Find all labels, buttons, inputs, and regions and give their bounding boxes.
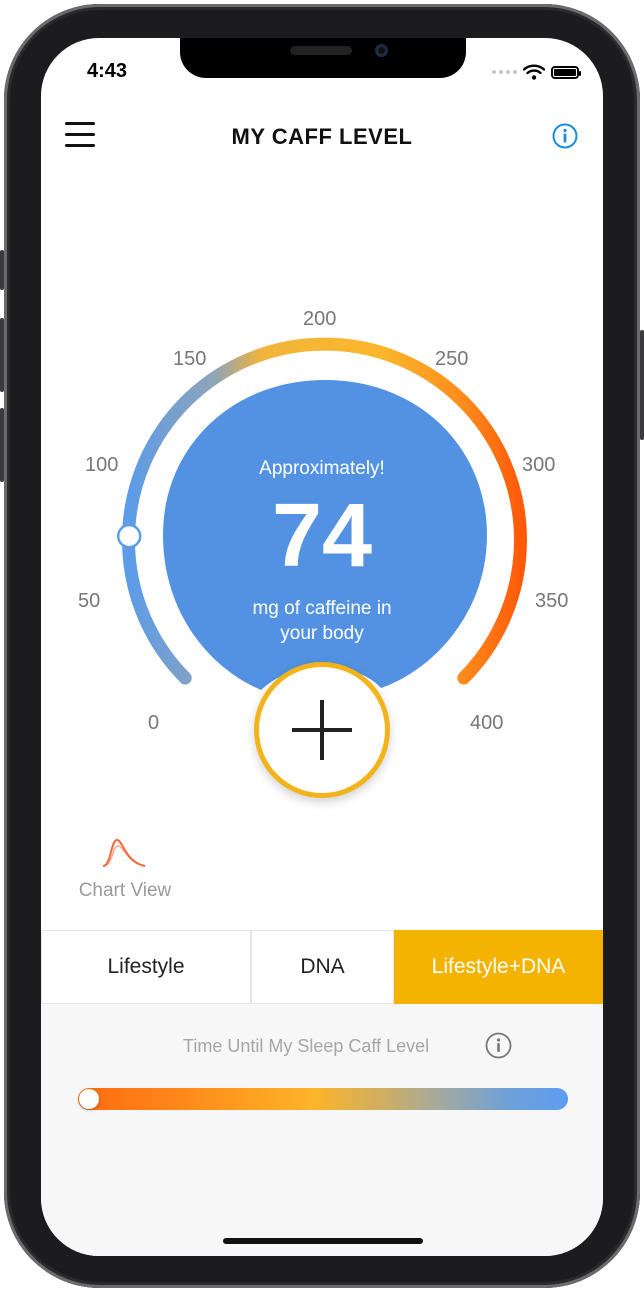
side-button (0, 250, 4, 290)
unit-line-2: your body (280, 623, 364, 644)
unit-line-1: mg of caffeine in (252, 598, 392, 619)
caffeine-unit: mg of caffeine in your body (166, 596, 478, 646)
sleep-label: Time Until My Sleep Caff Level (183, 1036, 430, 1056)
tick-label-100: 100 (85, 454, 119, 476)
tick-label-400: 400 (470, 712, 504, 734)
battery-icon (551, 65, 581, 79)
wifi-icon (523, 64, 545, 80)
add-caffeine-button[interactable] (254, 662, 390, 798)
tick-label-150: 150 (173, 348, 207, 370)
tick-label-350: 350 (535, 590, 569, 612)
sleep-slider-thumb[interactable] (79, 1089, 99, 1109)
chart-view-button[interactable]: Chart View (69, 836, 189, 908)
side-button (0, 318, 4, 392)
page-title: MY CAFF LEVEL (231, 124, 413, 149)
signal-icon (492, 70, 517, 74)
caffeine-value: 74 (271, 486, 373, 586)
speaker (290, 46, 352, 55)
status-icons (492, 64, 581, 80)
status-time: 4:43 (87, 60, 128, 82)
curve-chart-icon (102, 838, 146, 867)
tick-label-300: 300 (522, 454, 556, 476)
info-circle-icon[interactable] (485, 1032, 512, 1059)
tick-label-250: 250 (435, 348, 469, 370)
app-header: MY CAFF LEVEL (41, 108, 603, 164)
tick-label-200: 200 (303, 308, 337, 330)
model-tabs: Lifestyle DNA Lifestyle+DNA (41, 930, 603, 1004)
tick-label-0: 0 (148, 712, 160, 734)
side-button (0, 408, 4, 482)
tab-lifestyle[interactable]: Lifestyle (41, 930, 251, 1004)
tab-dna[interactable]: DNA (251, 930, 394, 1004)
gauge-thumb[interactable] (116, 523, 142, 549)
tab-lifestyle-dna[interactable]: Lifestyle+DNA (394, 930, 603, 1004)
app-screen: 4:43 MY CAFF LEVEL 0 50 100 150 200 250 … (41, 38, 603, 1256)
approx-label: Approximately! (259, 458, 385, 479)
side-button (640, 330, 644, 440)
notch (180, 38, 466, 78)
sleep-panel: Time Until My Sleep Caff Level (41, 1004, 603, 1256)
chart-view-label: Chart View (78, 880, 172, 901)
info-circle-icon[interactable] (552, 123, 578, 149)
home-indicator (223, 1238, 423, 1244)
tick-label-50: 50 (78, 590, 101, 612)
front-camera (375, 44, 388, 57)
sleep-slider-track[interactable] (78, 1088, 568, 1110)
